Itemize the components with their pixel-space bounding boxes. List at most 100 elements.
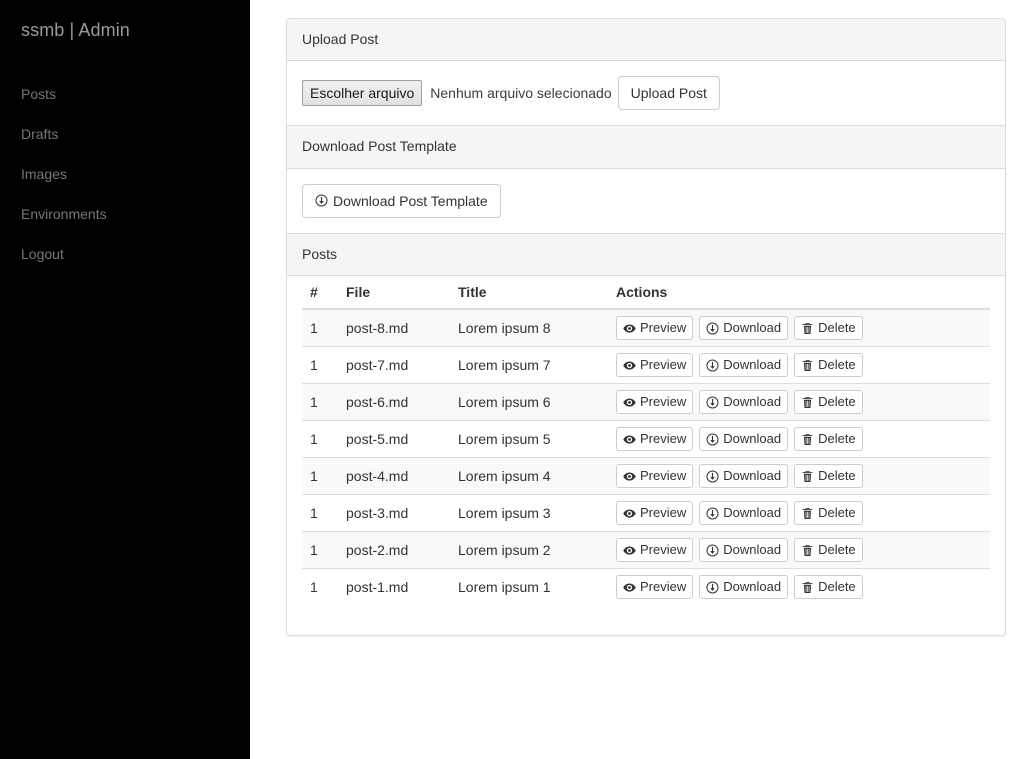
sidebar-link-images[interactable]: Images: [0, 154, 250, 194]
download-button-label: Download: [723, 542, 782, 558]
download-button[interactable]: Download: [699, 501, 789, 526]
delete-button[interactable]: Delete: [794, 316, 863, 341]
template-panel-body: Download Post Template: [287, 169, 1005, 233]
table-row[interactable]: 1 post-1.md Lorem ipsum 1 Preview Downlo…: [302, 568, 990, 606]
table-row[interactable]: 1 post-2.md Lorem ipsum 2 Preview Downlo…: [302, 531, 990, 569]
delete-button[interactable]: Delete: [794, 353, 863, 378]
table-row[interactable]: 1 post-3.md Lorem ipsum 3 Preview Downlo…: [302, 494, 990, 532]
sidebar-item-drafts[interactable]: Drafts: [0, 114, 250, 154]
eye-icon: [623, 470, 636, 483]
cell-file: post-4.md: [338, 457, 450, 495]
cell-actions: Preview Download Delete: [608, 420, 990, 458]
admin-panel: Upload Post Escolher arquivo Nenhum arqu…: [286, 18, 1006, 637]
download-button[interactable]: Download: [699, 390, 789, 415]
preview-button[interactable]: Preview: [616, 575, 694, 600]
template-panel-heading: Download Post Template: [287, 126, 1005, 169]
cell-file: post-2.md: [338, 531, 450, 569]
sidebar-link-environments[interactable]: Environments: [0, 194, 250, 234]
cell-num: 1: [302, 568, 338, 606]
table-row[interactable]: 1 post-6.md Lorem ipsum 6 Preview Downlo…: [302, 383, 990, 421]
sidebar-link-posts[interactable]: Posts: [0, 74, 250, 114]
column-header-file: File: [338, 276, 450, 311]
sidebar-link-logout[interactable]: Logout: [0, 234, 250, 274]
trash-icon: [801, 544, 814, 557]
download-button[interactable]: Download: [699, 538, 789, 563]
download-circle-icon: [706, 507, 719, 520]
cell-num: 1: [302, 420, 338, 458]
preview-button[interactable]: Preview: [616, 390, 694, 415]
delete-button[interactable]: Delete: [794, 538, 863, 563]
row-action-group: Preview Download Delete: [616, 390, 982, 415]
sidebar-link-drafts[interactable]: Drafts: [0, 114, 250, 154]
delete-button[interactable]: Delete: [794, 575, 863, 600]
delete-button[interactable]: Delete: [794, 464, 863, 489]
download-button[interactable]: Download: [699, 316, 789, 341]
row-action-group: Preview Download Delete: [616, 316, 982, 341]
cell-file: post-8.md: [338, 308, 450, 347]
cell-title: Lorem ipsum 2: [450, 531, 608, 569]
preview-button[interactable]: Preview: [616, 353, 694, 378]
upload-post-button[interactable]: Upload Post: [617, 76, 720, 111]
delete-button[interactable]: Delete: [794, 427, 863, 452]
preview-button[interactable]: Preview: [616, 427, 694, 452]
row-action-group: Preview Download Delete: [616, 538, 982, 563]
eye-icon: [623, 396, 636, 409]
cell-actions: Preview Download Delete: [608, 346, 990, 384]
sidebar-item-logout[interactable]: Logout: [0, 234, 250, 274]
posts-table-body: 1 post-8.md Lorem ipsum 8 Preview Downlo…: [302, 308, 990, 606]
download-circle-icon: [706, 433, 719, 446]
preview-button[interactable]: Preview: [616, 464, 694, 489]
file-input[interactable]: Escolher arquivo Nenhum arquivo selecion…: [302, 80, 618, 107]
delete-button-label: Delete: [818, 320, 856, 336]
preview-button[interactable]: Preview: [616, 316, 694, 341]
preview-button-label: Preview: [640, 431, 687, 447]
sidebar-item-images[interactable]: Images: [0, 154, 250, 194]
preview-button-label: Preview: [640, 579, 687, 595]
table-row[interactable]: 1 post-7.md Lorem ipsum 7 Preview Downlo…: [302, 346, 990, 384]
download-circle-icon: [706, 396, 719, 409]
trash-icon: [801, 322, 814, 335]
cell-num: 1: [302, 346, 338, 384]
table-row[interactable]: 1 post-8.md Lorem ipsum 8 Preview Downlo…: [302, 308, 990, 347]
sidebar: ssmb | Admin Posts Drafts Images Environ…: [0, 0, 250, 759]
sidebar-item-environments[interactable]: Environments: [0, 194, 250, 234]
main-content: Upload Post Escolher arquivo Nenhum arqu…: [286, 18, 1006, 637]
download-circle-icon: [706, 470, 719, 483]
download-button[interactable]: Download: [699, 464, 789, 489]
preview-button-label: Preview: [640, 542, 687, 558]
download-circle-icon: [706, 359, 719, 372]
column-header-num: #: [302, 276, 338, 311]
download-button[interactable]: Download: [699, 575, 789, 600]
cell-file: post-1.md: [338, 568, 450, 606]
cell-actions: Preview Download Delete: [608, 494, 990, 532]
row-action-group: Preview Download Delete: [616, 427, 982, 452]
preview-button[interactable]: Preview: [616, 501, 694, 526]
posts-table-wrap: # File Title Actions 1 post-8.md Lorem i…: [287, 276, 1005, 635]
download-circle-icon: [706, 322, 719, 335]
download-circle-icon: [706, 581, 719, 594]
trash-icon: [801, 359, 814, 372]
download-button[interactable]: Download: [699, 427, 789, 452]
download-button[interactable]: Download: [699, 353, 789, 378]
row-action-group: Preview Download Delete: [616, 464, 982, 489]
download-button-label: Download: [723, 468, 782, 484]
download-post-template-button[interactable]: Download Post Template: [302, 183, 501, 218]
choose-file-button[interactable]: Escolher arquivo: [302, 80, 423, 107]
delete-button[interactable]: Delete: [794, 501, 863, 526]
delete-button-label: Delete: [818, 468, 856, 484]
delete-button-label: Delete: [818, 505, 856, 521]
preview-button-label: Preview: [640, 357, 687, 373]
table-row[interactable]: 1 post-5.md Lorem ipsum 5 Preview Downlo…: [302, 420, 990, 458]
preview-button[interactable]: Preview: [616, 538, 694, 563]
cell-actions: Preview Download Delete: [608, 531, 990, 569]
eye-icon: [623, 544, 636, 557]
download-button-label: Download: [723, 505, 782, 521]
sidebar-item-posts[interactable]: Posts: [0, 74, 250, 114]
delete-button[interactable]: Delete: [794, 390, 863, 415]
cell-title: Lorem ipsum 8: [450, 308, 608, 347]
brand-title: ssmb | Admin: [21, 20, 130, 40]
column-header-title: Title: [450, 276, 608, 311]
table-row[interactable]: 1 post-4.md Lorem ipsum 4 Preview Downlo…: [302, 457, 990, 495]
download-circle-icon: [315, 194, 328, 207]
row-action-group: Preview Download Delete: [616, 353, 982, 378]
